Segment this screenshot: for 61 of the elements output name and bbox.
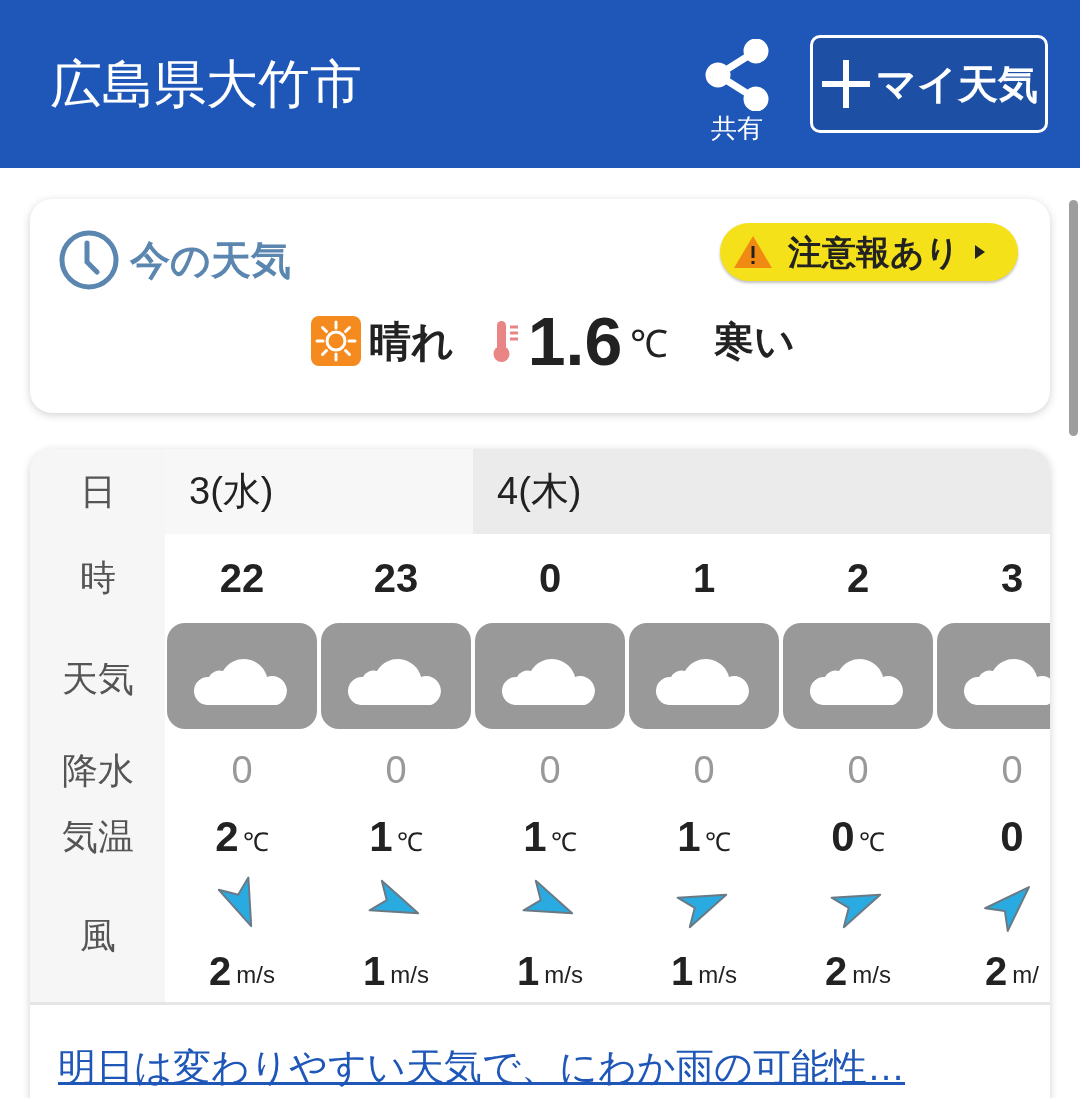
temperature-unit: ℃ [242, 826, 269, 859]
wind-speed-unit: m/s [698, 959, 737, 990]
precipitation-text: 0 [231, 748, 253, 793]
hour-text: 2 [846, 554, 870, 602]
wind-speed-value: 2 [825, 947, 848, 995]
precipitation-text: 0 [847, 748, 869, 793]
temperature-value: 1 [369, 812, 393, 862]
temperature-unit: ℃ [630, 322, 669, 367]
hour-text: 22 [219, 554, 265, 602]
date-cell: 4(木) [473, 449, 1050, 534]
temperature-unit: ℃ [704, 826, 731, 859]
temperature-value: 1 [677, 812, 701, 862]
plus-icon [820, 58, 872, 110]
hour-text: 0 [538, 554, 562, 602]
clock-icon [58, 229, 120, 291]
hour-text: 1 [692, 554, 716, 602]
temperature-value: 1 [523, 812, 547, 862]
thermometer-icon [491, 319, 520, 363]
temperature-value: 0 [1000, 812, 1024, 862]
triangle-right-icon [974, 244, 986, 260]
wind-speed-unit: m/s [544, 959, 583, 990]
weather-text: 晴れ [368, 316, 454, 367]
row-label: 降水 [61, 748, 134, 793]
row-label: 時 [79, 555, 116, 600]
row-label: 気温 [61, 814, 134, 859]
wind-speed-unit: m/s [852, 959, 891, 990]
hour-text: 3 [1000, 554, 1024, 602]
wind-speed-unit: m/s [390, 959, 429, 990]
alert-badge[interactable]: 注意報あり [720, 223, 1018, 281]
row-label: 天気 [61, 657, 134, 701]
date-cell: 3(水) [165, 449, 473, 534]
share-button[interactable]: 共有 [704, 39, 770, 141]
temperature-value: 1.6 [527, 307, 623, 375]
scrollbar[interactable] [1069, 200, 1078, 436]
temperature-unit: ℃ [550, 826, 577, 859]
share-label: 共有 [711, 115, 763, 141]
wind-speed-value: 2 [209, 947, 232, 995]
temperature-unit: ℃ [396, 826, 423, 859]
city-title: 広島県大竹市 [50, 58, 363, 110]
wind-speed-value: 1 [363, 947, 386, 995]
row-label: 日 [79, 469, 116, 514]
current-weather-title: 今の天気 [130, 237, 291, 284]
row-label: 風 [79, 913, 116, 958]
wind-speed-value: 2 [985, 947, 1008, 995]
temperature-value: 0 [831, 812, 855, 862]
precipitation-text: 0 [1001, 748, 1023, 793]
precipitation-text: 0 [693, 748, 715, 793]
wind-speed-value: 1 [517, 947, 540, 995]
wind-speed-unit: m/s [236, 959, 275, 990]
wind-speed-value: 1 [671, 947, 694, 995]
temperature-unit: ℃ [858, 826, 885, 859]
temperature-value: 2 [215, 812, 239, 862]
warning-icon [732, 234, 774, 270]
feeling-text: 寒い [714, 318, 796, 365]
my-weather-button[interactable]: マイ天気 [810, 35, 1048, 133]
summary-link[interactable]: 明日は変わりやすい天気で、にわか雨の可能性… [58, 1046, 905, 1088]
hour-text: 23 [373, 554, 419, 602]
precipitation-text: 0 [385, 748, 407, 793]
wind-speed-unit: m/ [1012, 959, 1039, 990]
share-icon [704, 39, 770, 111]
precipitation-text: 0 [539, 748, 561, 793]
